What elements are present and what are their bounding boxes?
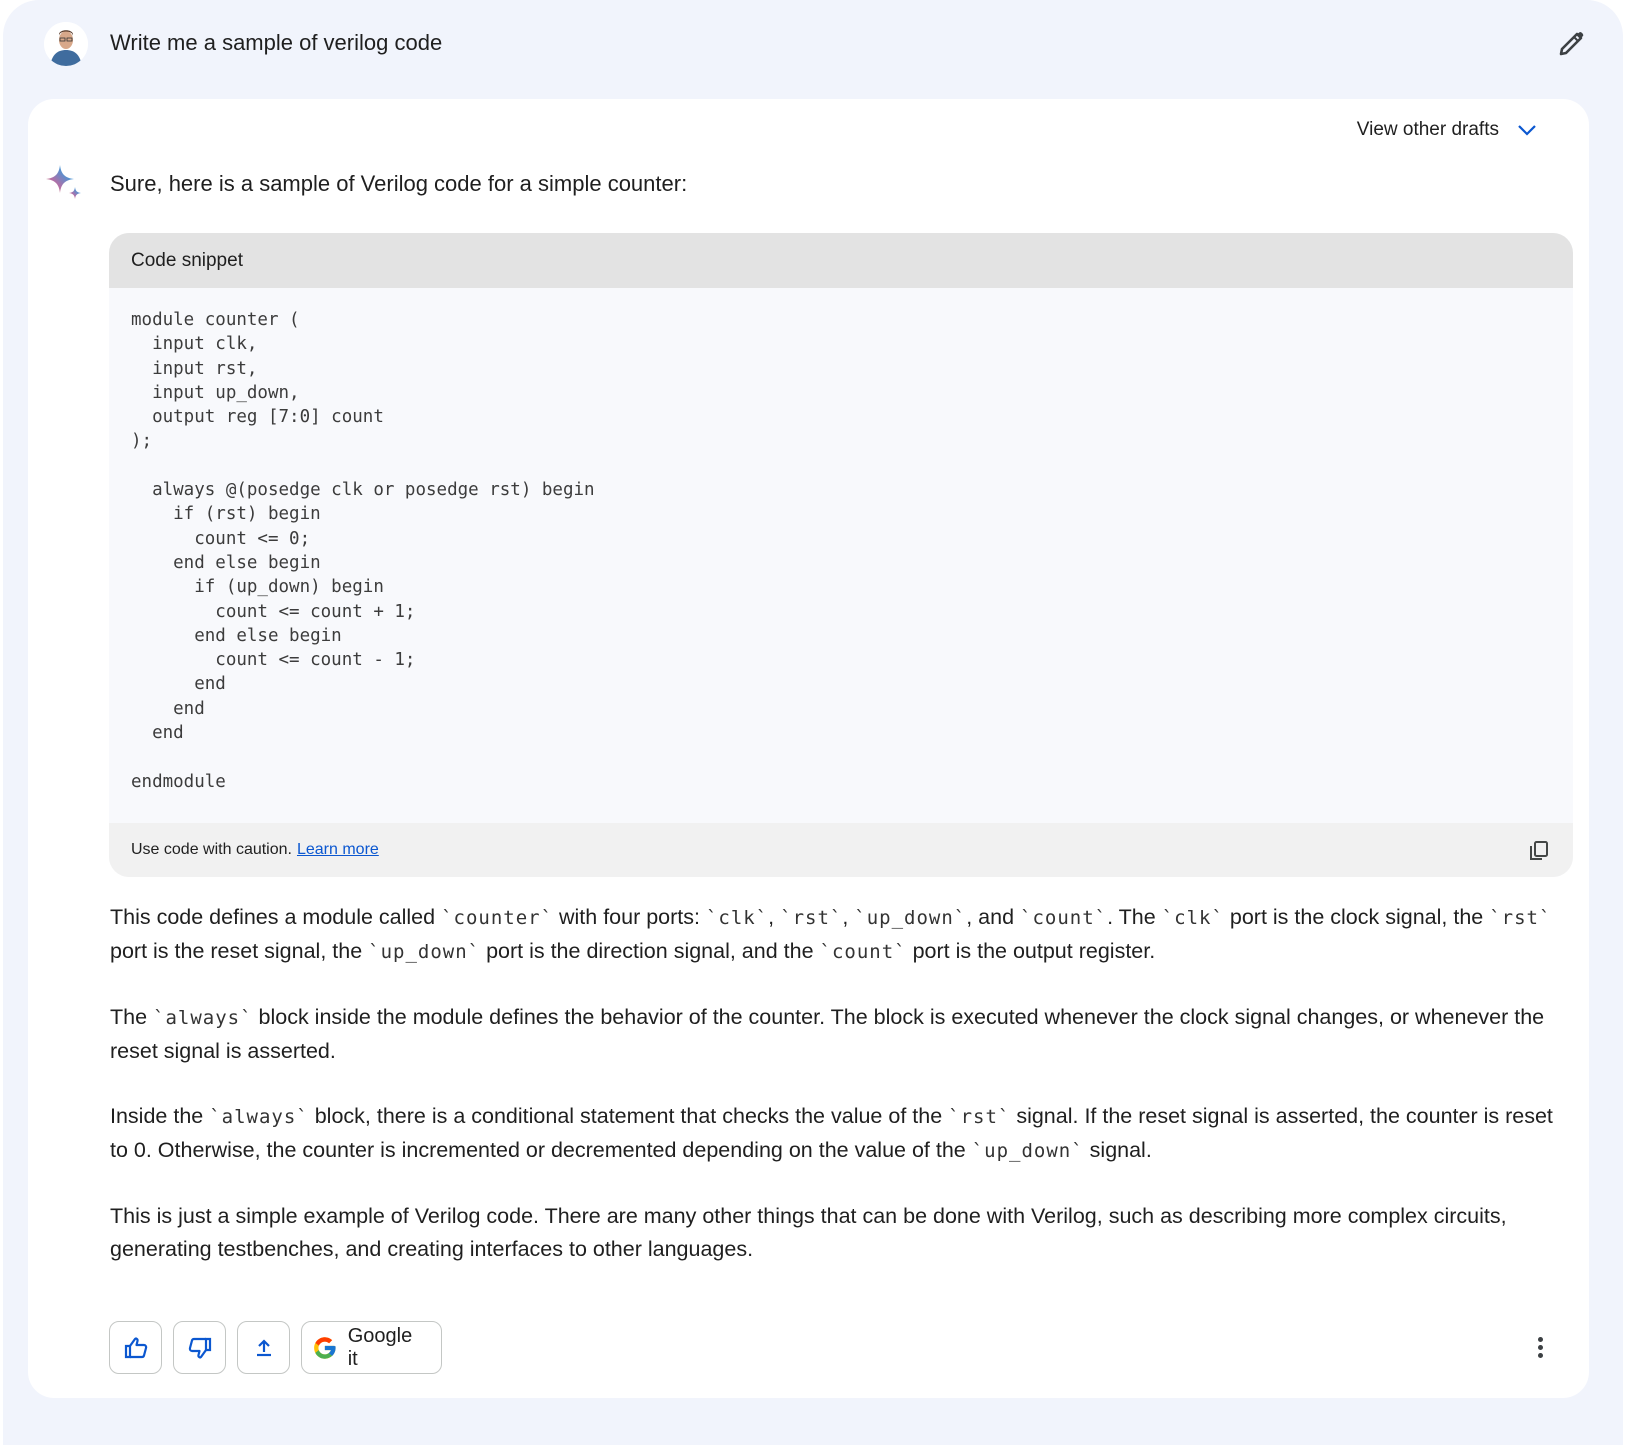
- explanation-paragraph: This is just a simple example of Verilog…: [110, 1200, 1575, 1266]
- view-other-drafts-button[interactable]: View other drafts: [1357, 119, 1537, 141]
- inline-code: `up_down`: [971, 1140, 1084, 1162]
- inline-code: `count`: [1020, 907, 1108, 929]
- text-run: port is the reset signal, the: [110, 939, 369, 963]
- share-button[interactable]: [237, 1321, 290, 1374]
- text-run: port is the direction signal, and the: [480, 939, 820, 963]
- text-run: port is the output register.: [906, 939, 1156, 963]
- inline-code: `count`: [819, 941, 907, 963]
- user-prompt: Write me a sample of verilog code: [110, 30, 443, 55]
- thumbs-down-icon: [188, 1337, 211, 1358]
- inline-code: `always`: [209, 1106, 309, 1128]
- inline-code: `rst`: [948, 1106, 1011, 1128]
- gemini-sparkle-icon: [44, 163, 88, 207]
- inline-code: `clk`: [1161, 907, 1224, 929]
- user-avatar: [44, 22, 88, 66]
- learn-more-link[interactable]: Learn more: [297, 841, 379, 859]
- text-run: ,: [768, 905, 781, 929]
- explanation-paragraph: The `always` block inside the module def…: [110, 1001, 1575, 1068]
- text-run: signal.: [1083, 1138, 1152, 1162]
- code-content[interactable]: module counter ( input clk, input rst, i…: [109, 288, 1573, 828]
- thumbs-up-button[interactable]: [109, 1321, 162, 1374]
- text-run: block, there is a conditional statement …: [308, 1104, 949, 1128]
- response-card: View other drafts Sure, here is a sample…: [28, 99, 1589, 1398]
- text-run: port is the clock signal, the: [1223, 905, 1490, 929]
- text-run: . The: [1107, 905, 1162, 929]
- text-run: ,: [842, 905, 855, 929]
- inline-code: `rst`: [780, 907, 843, 929]
- text-run: block inside the module defines the beha…: [110, 1005, 1545, 1063]
- google-it-label: Google it: [347, 1324, 413, 1370]
- google-g-icon: [314, 1336, 336, 1359]
- more-options-button[interactable]: [1528, 1329, 1552, 1365]
- text-run: , and: [966, 905, 1021, 929]
- text-run: The: [110, 1005, 154, 1029]
- caution-text: Use code with caution.: [131, 841, 292, 858]
- response-intro: Sure, here is a sample of Verilog code f…: [110, 171, 688, 196]
- explanation-paragraph: This code defines a module called `count…: [110, 901, 1575, 969]
- chevron-down-icon: [1518, 125, 1536, 136]
- text-run: with four ports:: [553, 905, 706, 929]
- text-run: This is just a simple example of Verilog…: [110, 1204, 1507, 1261]
- google-it-button[interactable]: Google it: [301, 1321, 442, 1374]
- thumbs-down-button[interactable]: [173, 1321, 226, 1374]
- text-run: Inside the: [110, 1104, 210, 1128]
- copy-code-button[interactable]: [1527, 839, 1551, 863]
- text-run: This code defines a module called: [110, 905, 442, 929]
- inline-code: `always`: [153, 1007, 253, 1029]
- inline-code: `up_down`: [368, 941, 481, 963]
- view-other-drafts-label: View other drafts: [1356, 119, 1499, 140]
- inline-code: `rst`: [1489, 907, 1552, 929]
- code-footer: Use code with caution. Learn more: [109, 823, 1573, 877]
- thumbs-up-icon: [124, 1337, 147, 1358]
- inline-code: `up_down`: [854, 907, 967, 929]
- inline-code: `clk`: [705, 907, 769, 929]
- pencil-icon: [1559, 32, 1584, 56]
- response-explanation: This code defines a module called `count…: [110, 901, 1575, 1298]
- explanation-paragraph: Inside the `always` block, there is a co…: [110, 1100, 1575, 1168]
- inline-code: `counter`: [441, 907, 554, 929]
- more-vert-icon: [1537, 1336, 1543, 1342]
- response-actions: Google it: [109, 1321, 442, 1374]
- copy-icon: [1530, 841, 1548, 860]
- edit-prompt-button[interactable]: [1553, 26, 1589, 62]
- share-upload-icon: [256, 1338, 271, 1356]
- code-snippet-block: Code snippet module counter ( input clk,…: [109, 233, 1573, 877]
- code-snippet-header: Code snippet: [109, 233, 1573, 288]
- conversation-container: Write me a sample of verilog code View o…: [3, 0, 1623, 1445]
